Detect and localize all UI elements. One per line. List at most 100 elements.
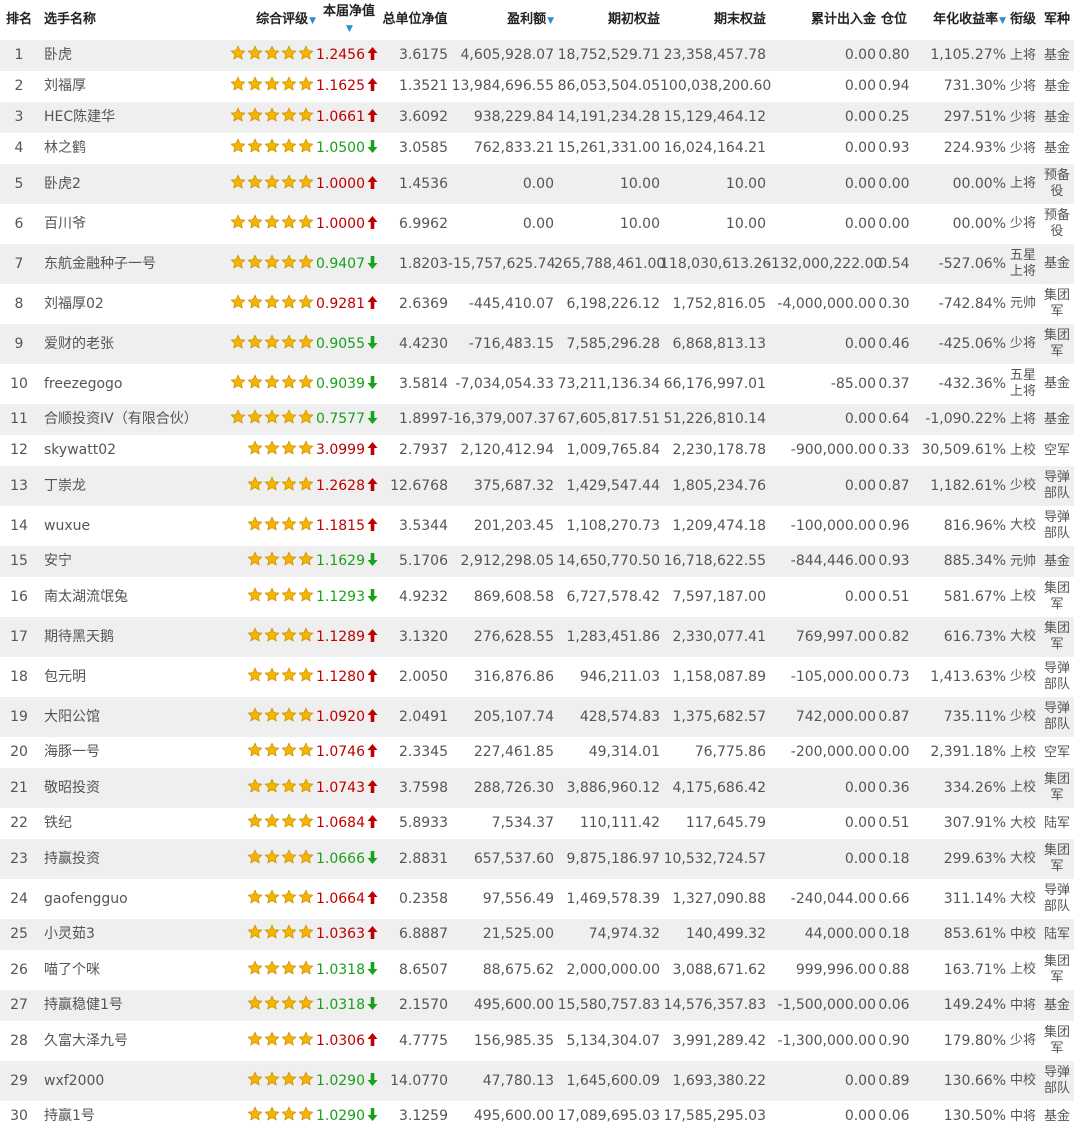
rating-stars [224,950,316,990]
table-row[interactable]: 10 freezegogo 0.9039 3.5814 -7,034,054.33 73,… [0,364,1074,404]
table-row[interactable]: 13 丁崇龙 1.2628 12.6768 375,687.32 1,429,547.44… [0,466,1074,506]
nav-week-value: 1.1280 [316,668,365,685]
nav-total-cell: 2.1570 [382,990,448,1021]
table-row[interactable]: 26 喵了个咪 1.0318 8.6507 88,675.62 2,000,000.00 3… [0,950,1074,990]
header-annual-return[interactable]: 年化收益率▼ [912,0,1006,40]
player-name-link[interactable]: 卧虎2 [38,164,224,204]
annual-return-cell: -1,090.22% [912,404,1006,435]
player-name-link[interactable]: 刘福厚 [38,71,224,102]
player-name-link[interactable]: 久富大泽九号 [38,1021,224,1061]
table-row[interactable]: 15 安宁 1.1629 5.1706 2,912,298.05 14,650,770.5… [0,546,1074,577]
table-row[interactable]: 19 大阳公馆 1.0920 2.0491 205,107.74 428,574.83 1,… [0,697,1074,737]
table-row[interactable]: 20 海豚一号 1.0746 2.3345 227,461.85 49,314.01 76,… [0,737,1074,768]
nav-week-cell: 1.0684 [316,808,382,839]
table-row[interactable]: 18 包元明 1.1280 2.0050 316,876.86 946,211.03 1,1… [0,657,1074,697]
cum-flow-cell: 999,996.00 [766,950,876,990]
annual-return-cell: 163.71% [912,950,1006,990]
player-name-link[interactable]: 百川爷 [38,204,224,244]
player-name-link[interactable]: 包元明 [38,657,224,697]
nav-week-cell: 1.1289 [316,617,382,657]
player-name-link[interactable]: 刘福厚02 [38,284,224,324]
title-rank-cell: 少将 [1006,71,1040,102]
star-icon [230,373,246,390]
player-name-link[interactable]: 持赢稳健1号 [38,990,224,1021]
table-row[interactable]: 1 卧虎 1.2456 3.6175 4,605,928.07 18,752,529.71… [0,40,1074,71]
player-name-link[interactable]: 爱财的老张 [38,324,224,364]
nav-week-value: 1.0920 [316,708,365,725]
cum-flow-cell: 0.00 [766,164,876,204]
player-name-link[interactable]: 敬昭投资 [38,768,224,808]
table-row[interactable]: 21 敬昭投资 1.0743 3.7598 288,726.30 3,886,960.12… [0,768,1074,808]
table-row[interactable]: 7 东航金融种子一号 0.9407 1.8203 -15,757,625.74 265,7… [0,244,1074,284]
table-row[interactable]: 9 爱财的老张 0.9055 4.4230 -716,483.15 7,585,296.2… [0,324,1074,364]
table-row[interactable]: 11 合顺投资IV（有限合伙） 0.7577 1.8997 -16,379,007.37… [0,404,1074,435]
table-row[interactable]: 8 刘福厚02 0.9281 2.6369 -445,410.07 6,198,226.1… [0,284,1074,324]
nav-week-cell: 1.2628 [316,466,382,506]
header-nav-week[interactable]: 本届净值 ▼ [316,0,382,40]
table-row[interactable]: 12 skywatt02 3.0999 2.7937 2,120,412.94 1,009… [0,435,1074,466]
rank-cell: 9 [0,324,38,364]
table-row[interactable]: 28 久富大泽九号 1.0306 4.7775 156,985.35 5,134,304.… [0,1021,1074,1061]
table-row[interactable]: 29 wxf2000 1.0290 14.0770 47,780.13 1,645,600… [0,1061,1074,1101]
branch-cell: 空军 [1040,737,1074,768]
star-icon [281,1106,297,1122]
player-name-link[interactable]: wxf2000 [38,1061,224,1101]
rating-stars [224,919,316,950]
annual-return-cell: -527.06% [912,244,1006,284]
rating-stars [224,737,316,768]
table-row[interactable]: 16 南太湖流氓兔 1.1293 4.9232 869,608.58 6,727,578.… [0,577,1074,617]
table-row[interactable]: 25 小灵茹3 1.0363 6.8887 21,525.00 74,974.32 140,… [0,919,1074,950]
star-icon [298,586,314,603]
player-name-link[interactable]: 持赢投资 [38,839,224,879]
player-name-link[interactable]: 铁纪 [38,808,224,839]
nav-week-value: 1.0290 [316,1072,365,1089]
player-name-link[interactable]: freezegogo [38,364,224,404]
table-row[interactable]: 4 林之鹤 1.0500 3.0585 762,833.21 15,261,331.00 1… [0,133,1074,164]
player-name-link[interactable]: 东航金融种子一号 [38,244,224,284]
sort-down-icon[interactable]: ▼ [547,16,554,26]
nav-total-cell: 3.6092 [382,102,448,133]
player-name-link[interactable]: wuxue [38,506,224,546]
table-row[interactable]: 3 HEC陈建华 1.0661 3.6092 938,229.84 14,191,234.… [0,102,1074,133]
player-name-link[interactable]: skywatt02 [38,435,224,466]
player-name-link[interactable]: 南太湖流氓兔 [38,577,224,617]
rank-cell: 11 [0,404,38,435]
player-name-link[interactable]: 林之鹤 [38,133,224,164]
player-name-link[interactable]: HEC陈建华 [38,102,224,133]
player-name-link[interactable]: 丁崇龙 [38,466,224,506]
header-profit[interactable]: 盈利额▼ [448,0,554,40]
player-name-link[interactable]: 卧虎 [38,40,224,71]
player-name-link[interactable]: gaofengguo [38,879,224,919]
table-row[interactable]: 2 刘福厚 1.1625 1.3521 13,984,696.55 86,053,504.… [0,71,1074,102]
player-name-link[interactable]: 安宁 [38,546,224,577]
header-rating[interactable]: 综合评级▼ [224,0,316,40]
nav-week-value: 1.0746 [316,744,365,760]
table-row[interactable]: 27 持赢稳健1号 1.0318 2.1570 495,600.00 15,580,757… [0,990,1074,1021]
player-name-link[interactable]: 小灵茹3 [38,919,224,950]
sort-down-icon[interactable]: ▼ [999,16,1006,26]
player-name-link[interactable]: 合顺投资IV（有限合伙） [38,404,224,435]
table-row[interactable]: 22 铁纪 1.0684 5.8933 7,534.37 110,111.42 117,64… [0,808,1074,839]
player-name-link[interactable]: 海豚一号 [38,737,224,768]
player-name-link[interactable]: 大阳公馆 [38,697,224,737]
rank-cell: 8 [0,284,38,324]
arrow-down-icon [367,1072,378,1086]
table-row[interactable]: 24 gaofengguo 1.0664 0.2358 97,556.49 1,469,5… [0,879,1074,919]
table-row[interactable]: 17 期待黑天鹅 1.1289 3.1320 276,628.55 1,283,451.8… [0,617,1074,657]
sort-down-icon[interactable]: ▼ [346,24,353,34]
player-name-link[interactable]: 持赢1号 [38,1101,224,1132]
player-name-link[interactable]: 喵了个咪 [38,950,224,990]
star-icon [264,888,280,905]
sort-down-icon[interactable]: ▼ [309,16,316,26]
star-icon [281,138,297,154]
table-row[interactable]: 6 百川爷 1.0000 6.9962 0.00 10.00 10.00 0.00 0.00 00… [0,204,1074,244]
table-row[interactable]: 14 wuxue 1.1815 3.5344 201,203.45 1,108,270.7… [0,506,1074,546]
table-row[interactable]: 5 卧虎2 1.0000 1.4536 0.00 10.00 10.00 0.00 0.00 00… [0,164,1074,204]
title-rank-cell: 大校 [1006,879,1040,919]
table-row[interactable]: 30 持赢1号 1.0290 3.1259 495,600.00 17,089,695.0… [0,1101,1074,1132]
table-row[interactable]: 23 持赢投资 1.0666 2.8831 657,537.60 9,875,186.97… [0,839,1074,879]
star-icon [298,515,314,532]
star-icon [230,293,246,310]
player-name-link[interactable]: 期待黑天鹅 [38,617,224,657]
nav-total-cell: 3.1320 [382,617,448,657]
